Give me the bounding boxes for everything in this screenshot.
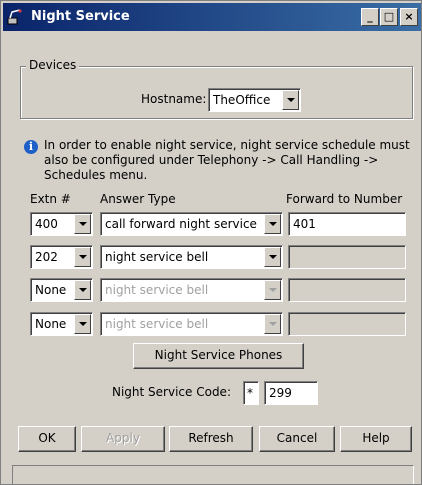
close-button[interactable]: ×: [400, 8, 418, 26]
hostname-dropdown[interactable]: TheOffice: [208, 88, 301, 112]
minimize-button[interactable]: _: [361, 8, 379, 26]
status-bar: [12, 465, 414, 484]
devices-group-label: Devices: [26, 57, 80, 73]
night-service-code-label: Night Service Code:: [112, 385, 231, 399]
chevron-down-icon: [264, 280, 281, 300]
extn-dropdown-row-3[interactable]: None: [30, 278, 93, 302]
forward-number-field-row-3: [288, 278, 406, 302]
chevron-down-icon[interactable]: [74, 314, 91, 334]
column-header-extn: Extn #: [30, 192, 71, 206]
hostname-value: TheOffice: [213, 93, 271, 107]
forward-number-value: 401: [293, 217, 316, 231]
night-service-code-field[interactable]: 299: [264, 381, 318, 405]
extn-value: None: [35, 283, 67, 297]
info-message: In order to enable night service, night …: [44, 138, 410, 182]
extn-value: 400: [35, 217, 58, 231]
window-title: Night Service: [31, 9, 130, 24]
chevron-down-icon: [264, 314, 281, 334]
extn-value: 202: [35, 250, 58, 264]
ok-button[interactable]: OK: [18, 426, 76, 452]
night-service-window: Night Service _ □ × Devices Hostname: Th…: [0, 0, 422, 485]
extn-value: None: [35, 317, 67, 331]
answer-type-dropdown-row-1[interactable]: call forward night service: [100, 212, 283, 236]
answer-type-dropdown-row-3: night service bell: [100, 278, 283, 302]
code-prefix-field: *: [243, 381, 259, 405]
title-bar[interactable]: Night Service _ □ ×: [3, 3, 421, 31]
forward-number-field-row-1[interactable]: 401: [288, 212, 406, 236]
chevron-down-icon[interactable]: [74, 280, 91, 300]
chevron-down-icon[interactable]: [74, 247, 91, 267]
forward-number-field-row-2: [288, 245, 406, 269]
answer-type-dropdown-row-4: night service bell: [100, 312, 283, 336]
extn-dropdown-row-4[interactable]: None: [30, 312, 93, 336]
answer-type-value: night service bell: [105, 317, 209, 331]
refresh-button[interactable]: Refresh: [169, 426, 253, 452]
night-service-code-value: 299: [269, 386, 292, 400]
chevron-down-icon[interactable]: [264, 214, 281, 234]
column-header-answer-type: Answer Type: [100, 192, 176, 206]
code-prefix-value: *: [247, 386, 253, 400]
forward-number-field-row-4: [288, 312, 406, 336]
answer-type-value: night service bell: [105, 250, 209, 264]
chevron-down-icon[interactable]: [264, 247, 281, 267]
cancel-button[interactable]: Cancel: [259, 426, 335, 452]
answer-type-value: call forward night service: [105, 217, 257, 231]
answer-type-value: night service bell: [105, 283, 209, 297]
chevron-down-icon[interactable]: [74, 214, 91, 234]
info-icon: i: [24, 140, 38, 154]
apply-button: Apply: [81, 426, 165, 452]
help-button[interactable]: Help: [340, 426, 412, 452]
extn-dropdown-row-2[interactable]: 202: [30, 245, 93, 269]
night-service-phones-button[interactable]: Night Service Phones: [133, 343, 304, 369]
telephone-app-icon: [7, 9, 22, 25]
column-header-forward: Forward to Number: [286, 192, 403, 206]
answer-type-dropdown-row-2[interactable]: night service bell: [100, 245, 283, 269]
chevron-down-icon[interactable]: [282, 90, 299, 110]
hostname-label: Hostname:: [141, 92, 207, 106]
maximize-button[interactable]: □: [380, 8, 398, 26]
extn-dropdown-row-1[interactable]: 400: [30, 212, 93, 236]
